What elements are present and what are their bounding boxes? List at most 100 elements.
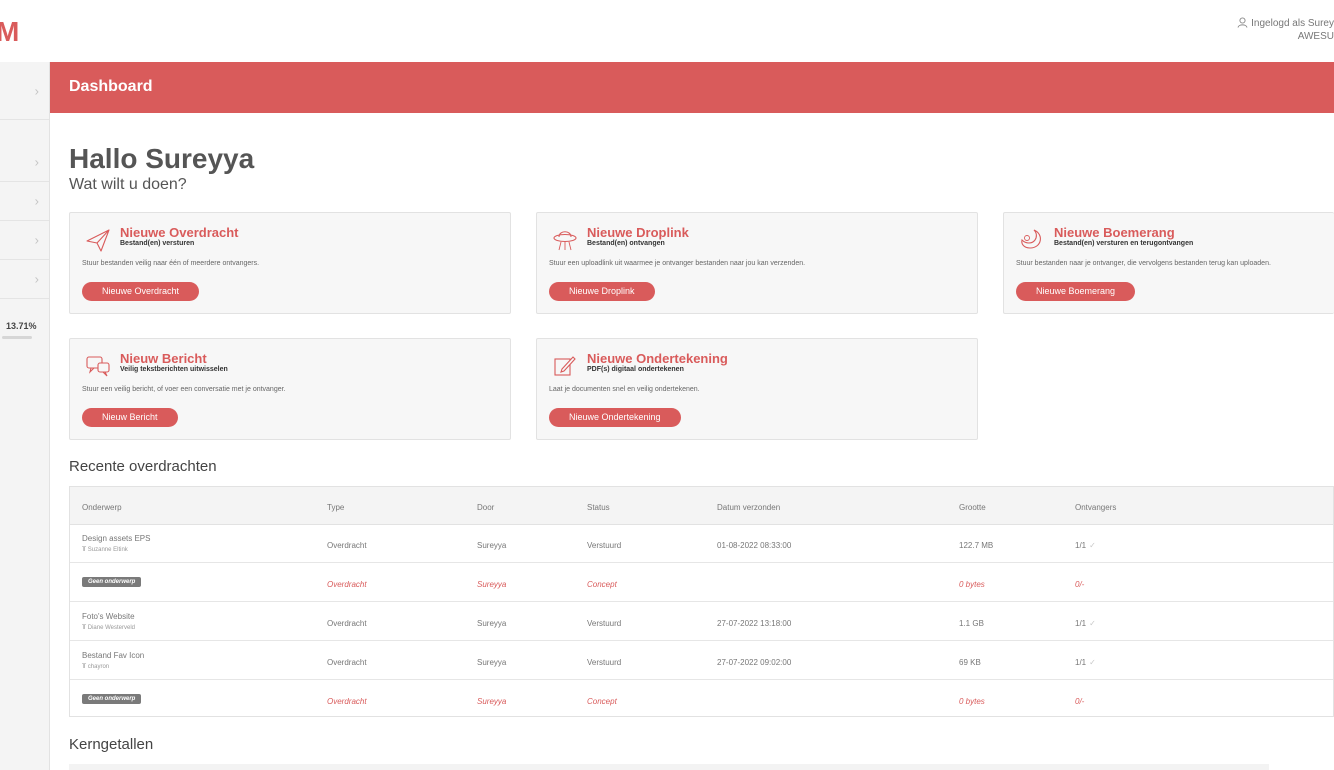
recipient-name: chayron	[87, 664, 110, 670]
row-status: Verstuurd	[587, 619, 622, 628]
row-type: Overdracht	[327, 697, 367, 706]
no-subject-tag: Geen onderwerp	[82, 577, 142, 587]
row-recipient: 𝗧 Diane Westerveld	[82, 625, 136, 631]
row-subject[interactable]: Design assets EPS	[82, 534, 150, 543]
row-by: Sureyya	[477, 541, 507, 550]
new-bericht-button[interactable]: Nieuw Bericht	[82, 408, 178, 427]
card-boemerang: Nieuwe Boemerang Bestand(en) versturen e…	[1003, 212, 1334, 314]
recipients-count: 1/1	[1075, 541, 1087, 550]
row-status: Verstuurd	[587, 541, 622, 550]
card-description: Stuur bestanden naar je ontvanger, die v…	[1016, 260, 1271, 267]
new-overdracht-button[interactable]: Nieuwe Overdracht	[82, 282, 200, 301]
sidebar-item-3[interactable]: ›	[0, 221, 49, 260]
card-title: Nieuwe Overdracht	[120, 225, 239, 240]
row-type: Overdracht	[327, 541, 367, 550]
table-row[interactable]: Bestand Fav Icon 𝗧 chayron Overdracht Su…	[70, 642, 1333, 680]
row-subject[interactable]: Bestand Fav Icon	[82, 651, 144, 660]
check-icon: ✓	[1089, 658, 1096, 667]
sidebar-item-4[interactable]: ›	[0, 260, 49, 299]
card-title: Nieuwe Ondertekening	[587, 351, 728, 366]
card-bericht: Nieuw Bericht Veilig tekstberichten uitw…	[69, 338, 511, 440]
new-boemerang-button[interactable]: Nieuwe Boemerang	[1016, 282, 1136, 301]
sidebar-toggle[interactable]: ›	[0, 62, 49, 120]
row-size: 0 bytes	[959, 580, 985, 589]
page-header: Dashboard	[50, 62, 1334, 113]
chevron-right-icon: ›	[34, 154, 39, 170]
chevron-right-icon: ›	[34, 232, 39, 248]
user-label: Ingelogd als Surey	[1251, 18, 1334, 29]
user-info[interactable]: Ingelogd als Surey AWESU	[1237, 17, 1334, 43]
col-datum[interactable]: Datum verzonden	[717, 503, 780, 512]
no-subject-tag: Geen onderwerp	[82, 694, 142, 704]
sidebar-item-2[interactable]: ›	[0, 182, 49, 221]
card-subtitle: Veilig tekstberichten uitwisselen	[120, 366, 228, 373]
card-ondertekening: Nieuwe Ondertekening PDF(s) digitaal ond…	[536, 338, 978, 440]
col-onderwerp[interactable]: Onderwerp	[82, 503, 122, 512]
row-status: Concept	[587, 697, 617, 706]
app-logo[interactable]: M	[0, 16, 19, 48]
ufo-icon	[553, 231, 577, 251]
row-size: 1.1 GB	[959, 619, 984, 628]
row-recipients: 1/1 ✓	[1075, 541, 1096, 550]
row-by: Sureyya	[477, 580, 507, 589]
greeting-subtitle: Wat wilt u doen?	[69, 176, 187, 193]
row-date: 27-07-2022 13:18:00	[717, 619, 792, 628]
row-size: 69 KB	[959, 658, 981, 667]
row-by: Sureyya	[477, 619, 507, 628]
new-droplink-button[interactable]: Nieuwe Droplink	[549, 282, 655, 301]
table-header: Onderwerp Type Door Status Datum verzond…	[70, 487, 1333, 525]
card-subtitle: Bestand(en) ontvangen	[587, 240, 665, 247]
sidebar-item-1[interactable]: ›	[0, 143, 49, 182]
kerngetallen-panel	[69, 764, 1269, 770]
storage-percentage: 13.71%	[6, 321, 37, 331]
card-description: Stuur bestanden veilig naar één of meerd…	[82, 260, 260, 267]
card-overdracht: Nieuwe Overdracht Bestand(en) versturen …	[69, 212, 511, 314]
user-icon	[1237, 17, 1248, 28]
recipients-count: 1/1	[1075, 658, 1087, 667]
card-title: Nieuwe Droplink	[587, 225, 689, 240]
page-title: Dashboard	[69, 78, 153, 95]
sign-pen-icon	[554, 356, 576, 376]
card-subtitle: PDF(s) digitaal ondertekenen	[587, 366, 684, 373]
table-row[interactable]: Foto's Website 𝗧 Diane Westerveld Overdr…	[70, 603, 1333, 641]
row-date: 01-08-2022 08:33:00	[717, 541, 792, 550]
row-size: 0 bytes	[959, 697, 985, 706]
new-ondertekening-button[interactable]: Nieuwe Ondertekening	[549, 408, 681, 427]
row-recipients: 0/-	[1075, 697, 1085, 706]
card-description: Laat je documenten snel en veilig ondert…	[549, 386, 700, 393]
recent-transfers-title: Recente overdrachten	[69, 458, 217, 475]
card-subtitle: Bestand(en) versturen en terugontvangen	[1054, 240, 1194, 247]
check-icon: ✓	[1089, 541, 1096, 550]
top-bar: M Ingelogd als Surey AWESU	[0, 0, 1334, 62]
row-by: Sureyya	[477, 697, 507, 706]
chevron-right-icon: ›	[34, 271, 39, 287]
col-grootte[interactable]: Grootte	[959, 503, 986, 512]
table-row[interactable]: Design assets EPS 𝗧 Suzanne Eltink Overd…	[70, 525, 1333, 563]
card-description: Stuur een veilig bericht, of voer een co…	[82, 386, 286, 393]
row-recipient: 𝗧 chayron	[82, 664, 110, 670]
paper-plane-icon	[86, 229, 110, 252]
chevron-right-icon: ›	[34, 83, 39, 98]
card-title: Nieuwe Boemerang	[1054, 225, 1175, 240]
table-row[interactable]: Geen onderwerp Overdracht Sureyya Concep…	[70, 564, 1333, 602]
kerngetallen-title: Kerngetallen	[69, 736, 154, 753]
row-date: 27-07-2022 09:02:00	[717, 658, 792, 667]
row-recipient: 𝗧 Suzanne Eltink	[82, 547, 128, 553]
row-subject[interactable]: Foto's Website	[82, 612, 135, 621]
table-row[interactable]: Geen onderwerp Overdracht Sureyya Concep…	[70, 681, 1333, 719]
col-type[interactable]: Type	[327, 503, 344, 512]
row-type: Overdracht	[327, 580, 367, 589]
recent-transfers-table: Onderwerp Type Door Status Datum verzond…	[69, 486, 1334, 717]
row-by: Sureyya	[477, 658, 507, 667]
boomerang-icon	[1021, 229, 1041, 249]
card-description: Stuur een uploadlink uit waarmee je ontv…	[549, 260, 806, 267]
recipients-count: 1/1	[1075, 619, 1087, 628]
row-status: Concept	[587, 580, 617, 589]
card-title: Nieuw Bericht	[120, 351, 207, 366]
card-droplink: Nieuwe Droplink Bestand(en) ontvangen St…	[536, 212, 978, 314]
col-status[interactable]: Status	[587, 503, 610, 512]
col-ontvangers[interactable]: Ontvangers	[1075, 503, 1116, 512]
col-door[interactable]: Door	[477, 503, 494, 512]
row-type: Overdracht	[327, 658, 367, 667]
greeting-title: Hallo Sureyya	[69, 143, 255, 174]
